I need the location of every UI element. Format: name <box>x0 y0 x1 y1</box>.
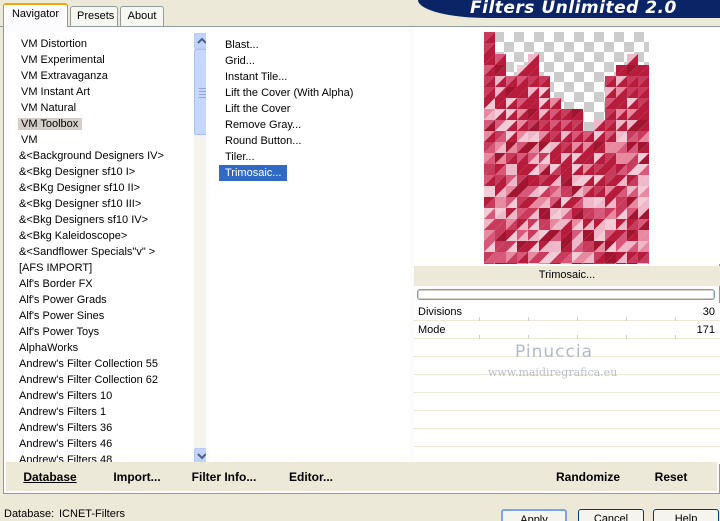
category-list-items: VM Distortion VM Experimental VM Extravaga… <box>11 33 206 462</box>
param-row-divisions[interactable]: Divisions 30 <box>414 303 720 321</box>
category-item[interactable]: Alf's Power Sines <box>11 308 206 324</box>
tab-presets[interactable]: Presets <box>70 6 118 26</box>
filter-item[interactable]: Instant Tile... <box>219 69 409 85</box>
status-label: Database: <box>4 508 55 520</box>
chevron-down-icon <box>197 453 206 460</box>
action-bar: Database Import... Filter Info... Editor… <box>6 462 717 491</box>
category-item[interactable]: VM Distortion <box>11 36 206 52</box>
category-item[interactable]: [AFS IMPORT] <box>11 260 206 276</box>
filter-list-items: Blast... Grid... Instant Tile... Lift the C… <box>211 33 409 181</box>
filter-item[interactable]: Round Button... <box>219 133 409 149</box>
category-item[interactable]: &<Bkg Designers sf10 IV> <box>11 212 206 228</box>
filter-item[interactable]: Grid... <box>219 53 409 69</box>
scroll-down-button[interactable] <box>194 448 206 462</box>
category-item[interactable]: Andrew's Filter Collection 62 <box>11 372 206 388</box>
chevron-up-icon <box>197 37 206 44</box>
category-item[interactable]: Andrew's Filters 10 <box>11 388 206 404</box>
param-value: 171 <box>696 324 715 336</box>
database-button[interactable]: Database <box>17 467 83 487</box>
status-bar: Database: ICNET-Filters Apply Cancel Hel… <box>0 494 720 521</box>
param-row-mode[interactable]: Mode 171 <box>414 321 720 339</box>
category-item[interactable]: &<Bkg Designer sf10 III> <box>11 196 206 212</box>
progress-bar <box>417 289 715 300</box>
param-slider-track[interactable] <box>479 303 676 321</box>
category-item[interactable]: &<Background Designers IV> <box>11 148 206 164</box>
scroll-thumb[interactable] <box>194 49 206 135</box>
category-item[interactable]: Andrew's Filter Collection 55 <box>11 356 206 372</box>
category-scrollbar[interactable] <box>194 33 206 462</box>
help-button[interactable]: Help <box>653 509 719 521</box>
app-title: Filters Unlimited 2.0 <box>470 0 677 18</box>
param-label: Divisions <box>418 306 463 318</box>
param-row-empty <box>414 393 720 411</box>
watermark-url: www.maidiregrafica.eu <box>488 366 618 379</box>
category-item[interactable]: Andrew's Filters 46 <box>11 436 206 452</box>
category-item[interactable]: Andrew's Filters 36 <box>11 420 206 436</box>
category-item[interactable]: &<Bkg Designer sf10 I> <box>11 164 206 180</box>
filter-item[interactable]: Blast... <box>219 37 409 53</box>
tab-navigator[interactable]: Navigator <box>3 3 68 27</box>
category-list[interactable]: VM Distortion VM Experimental VM Extravaga… <box>10 32 207 463</box>
filter-item[interactable]: Trimosaic... <box>219 165 288 181</box>
category-item[interactable]: Alf's Border FX <box>11 276 206 292</box>
scroll-up-button[interactable] <box>194 33 206 49</box>
category-item[interactable]: Alf's Power Toys <box>11 324 206 340</box>
import-button[interactable]: Import... <box>109 467 165 487</box>
category-item[interactable]: VM <box>11 132 206 148</box>
preview-image <box>484 32 649 264</box>
category-item[interactable]: Andrew's Filters 1 <box>11 404 206 420</box>
navigator-panel: VM Distortion VM Experimental VM Extravaga… <box>3 27 720 494</box>
filter-item[interactable]: Remove Gray... <box>219 117 409 133</box>
param-row-empty <box>414 429 720 447</box>
status-value: ICNET-Filters <box>59 508 125 520</box>
param-label: Mode <box>418 324 446 336</box>
param-slider-track[interactable] <box>479 321 676 339</box>
category-item[interactable]: AlphaWorks <box>11 340 206 356</box>
category-item[interactable]: VM Natural <box>11 100 206 116</box>
watermark-name: Pinuccia <box>515 342 593 362</box>
category-item[interactable]: &<Sandflower Specials"v" > <box>11 244 206 260</box>
category-item[interactable]: VM Instant Art <box>11 84 206 100</box>
cancel-button[interactable]: Cancel <box>578 509 644 521</box>
filter-item[interactable]: Lift the Cover <box>219 101 409 117</box>
filter-item[interactable]: Tiler... <box>219 149 409 165</box>
param-value: 30 <box>702 306 715 318</box>
preview-filter-name: Trimosaic... <box>414 266 720 286</box>
editor-button[interactable]: Editor... <box>287 467 335 487</box>
filter-info-button[interactable]: Filter Info... <box>189 467 259 487</box>
preview-area <box>414 27 720 264</box>
filter-item[interactable]: Lift the Cover (With Alpha) <box>219 85 409 101</box>
category-item[interactable]: VM Extravaganza <box>11 68 206 84</box>
category-item[interactable]: VM Experimental <box>11 52 206 68</box>
param-row-empty <box>414 411 720 429</box>
tab-about[interactable]: About <box>120 6 164 26</box>
apply-button[interactable]: Apply <box>501 509 567 521</box>
category-item[interactable]: VM Toolbox <box>11 116 206 132</box>
category-item[interactable]: &<BKg Designer sf10 II> <box>11 180 206 196</box>
parameter-panel: Divisions 30 Mode 171 <box>414 303 720 464</box>
filter-list[interactable]: Blast... Grid... Instant Tile... Lift the C… <box>210 32 410 463</box>
category-item[interactable]: &<Bkg Kaleidoscope> <box>11 228 206 244</box>
category-item[interactable]: Alf's Power Grads <box>11 292 206 308</box>
randomize-button[interactable]: Randomize <box>553 467 623 487</box>
reset-button[interactable]: Reset <box>652 467 690 487</box>
